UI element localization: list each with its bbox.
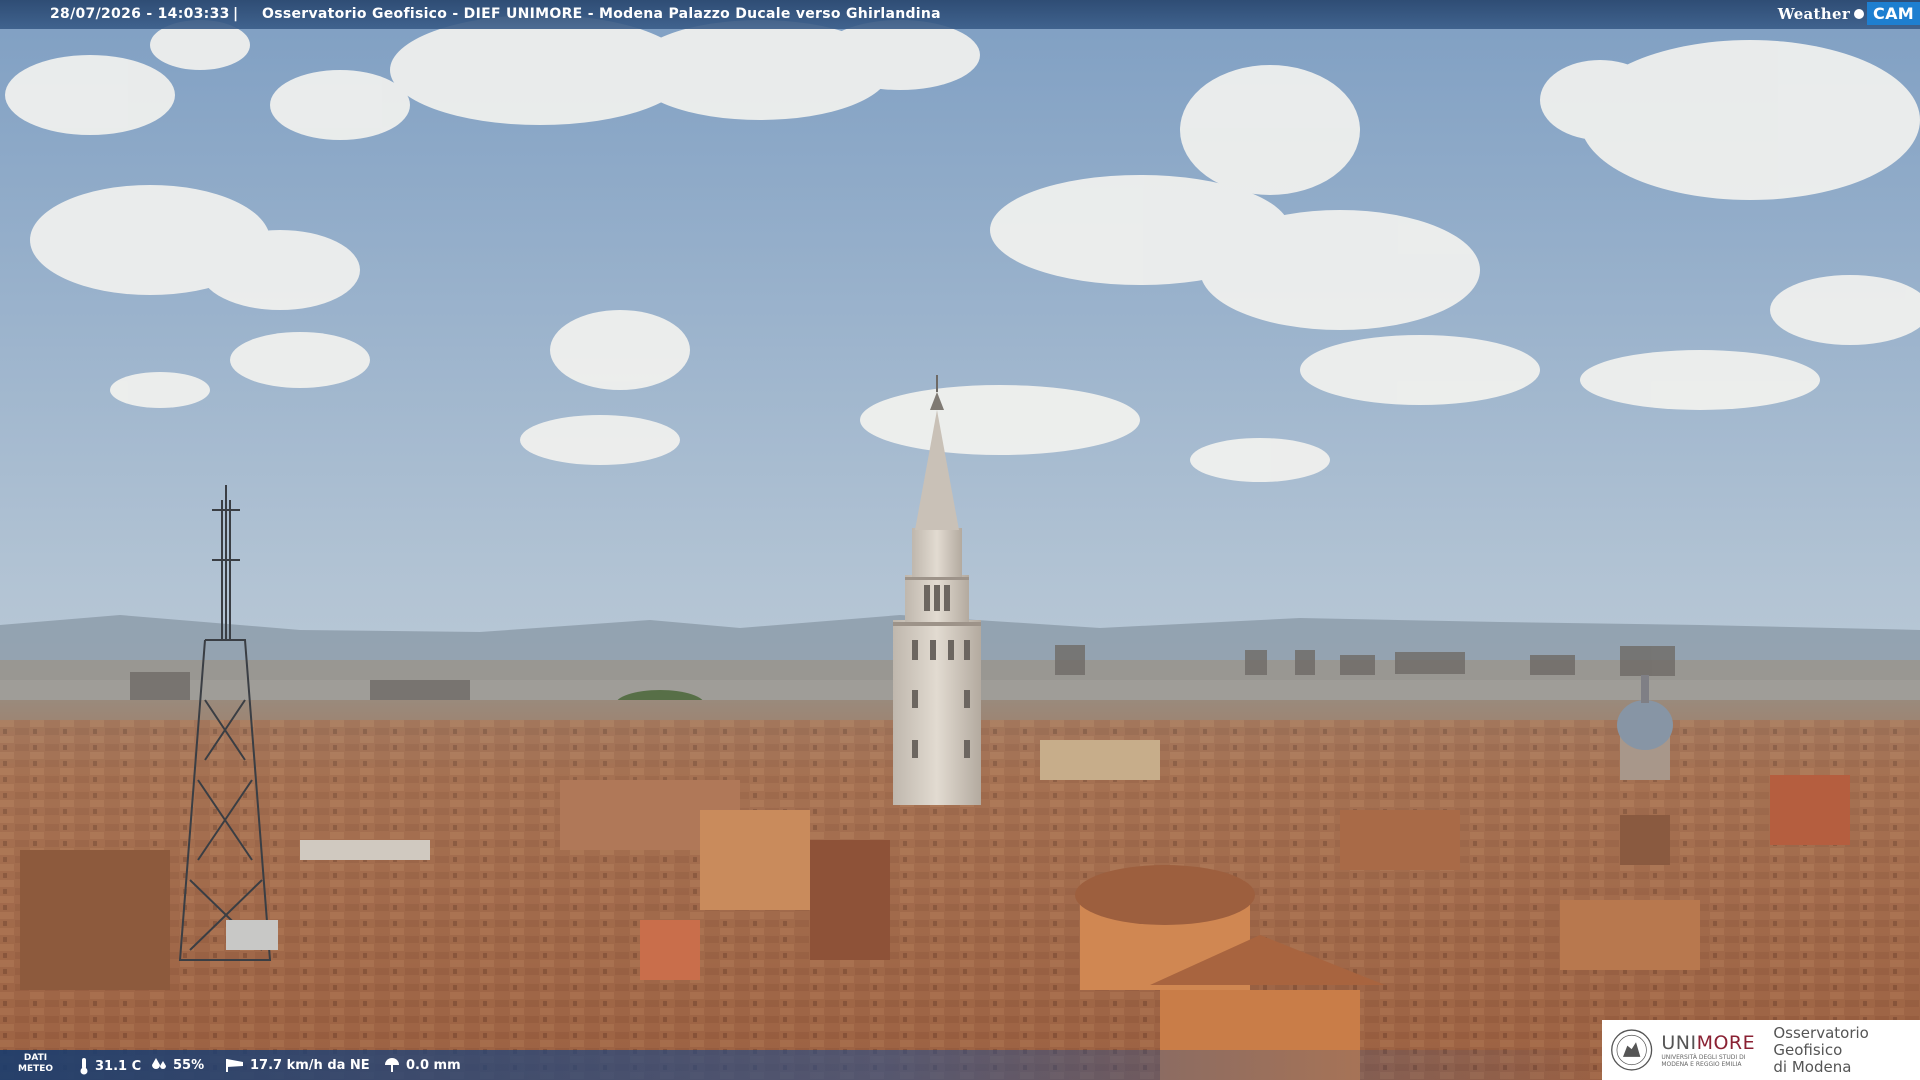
wind-value: 17.7 km/h da NE [250,1057,370,1073]
brand-cam-text: CAM [1867,2,1920,25]
weathercam-logo: Weather CAM [1778,0,1920,27]
meteo-label-line2: METEO [18,1064,54,1074]
droplets-icon [152,1058,166,1069]
meteo-label-line1: DATI [23,1053,48,1063]
observatory-name: Osservatorio Geofisico di Modena [1773,1023,1920,1076]
observatory-line2: di Modena [1773,1057,1852,1076]
university-subtitle-1: UNIVERSITÀ DEGLI STUDI DI [1661,1054,1746,1061]
timestamp: 28/07/2026 - 14:03:33 [50,6,230,22]
rain-value: 0.0 mm [406,1057,461,1073]
meteo-label: DATI METEO [18,1053,53,1075]
more-text: MORE [1696,1032,1756,1054]
brand-weather-text: Weather [1777,4,1851,23]
observatory-line1: Osservatorio Geofisico [1773,1023,1869,1059]
lens-icon [1854,8,1865,19]
temperature-value: 31.1 C [95,1058,142,1074]
webcam-image [0,0,1920,1080]
caption-bar: 28/07/2026 - 14:03:33 | Osservatorio Geo… [0,0,1920,29]
wind-readout: 17.7 km/h da NE [225,1057,370,1073]
rain-readout: 0.0 mm [383,1057,461,1073]
humidity-readout: 55% [150,1057,204,1073]
temperature-readout: 31.1 C [78,1057,141,1075]
caption-separator: | [233,6,239,22]
meteo-bar: DATI METEO 31.1 C 55% 17.7 km/h da NE 0.… [0,1050,1620,1080]
university-subtitle-2: MODENA E REGGIO EMILIA [1661,1061,1742,1068]
unimore-logo: UNIMORE UNIVERSITÀ DEGLI STUDI DI MODENA… [1602,1020,1920,1080]
university-seal-icon [1611,1029,1653,1071]
humidity-value: 55% [173,1057,205,1073]
camera-title: Osservatorio Geofisico - DIEF UNIMORE - … [262,6,941,22]
uni-text: UNI [1661,1032,1697,1054]
rain-gauge-icon [385,1058,399,1072]
windsock-icon [226,1059,243,1072]
unimore-wordmark: UNIMORE UNIVERSITÀ DEGLI STUDI DI MODENA… [1661,1032,1765,1068]
thermometer-icon [80,1058,88,1075]
